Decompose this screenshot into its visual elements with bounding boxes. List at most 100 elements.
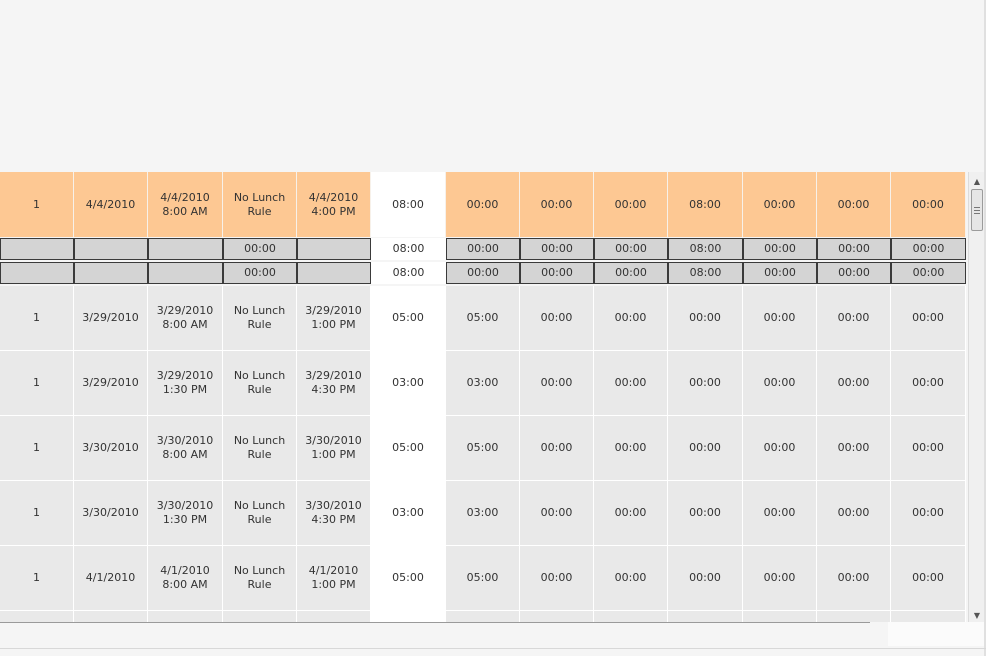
grid-cell[interactable]: 00:00 [594,286,668,351]
grid-cell[interactable]: 3/30/2010 1:00 PM [297,416,371,481]
grid-cell[interactable]: 00:00 [891,546,966,611]
grid-cell[interactable]: 4/4/2010 4:00 PM [297,172,371,237]
grid-cell[interactable]: 05:00 [446,546,520,611]
grid-cell[interactable]: 00:00 [520,351,594,416]
grid-cell[interactable]: 00:00 [743,416,817,481]
grid-cell[interactable]: 00:00 [668,416,743,481]
grid-cell[interactable]: 00:00 [520,481,594,546]
grid-cell[interactable]: 00:00 [446,172,520,237]
grid-cell[interactable]: 00:00 [891,286,966,351]
grid-cell[interactable]: 00:00 [594,416,668,481]
grid-cell[interactable]: 1 [0,416,74,481]
grid-cell[interactable] [0,611,74,622]
grid-cell[interactable]: 00:00 [520,546,594,611]
table-row-partial[interactable] [0,611,968,622]
grid-cell[interactable]: 05:00 [371,546,446,611]
grid-cell[interactable]: 3/29/2010 4:30 PM [297,351,371,416]
grid-cell[interactable]: 3/29/2010 [74,286,148,351]
grid-cell[interactable]: 3/30/2010 4:30 PM [297,481,371,546]
grid-cell[interactable]: 00:00 [891,481,966,546]
grid-cell[interactable]: 05:00 [446,416,520,481]
grid-cell[interactable]: No Lunch Rule [223,286,297,351]
grid-cell[interactable]: 00:00 [594,351,668,416]
grid-cell[interactable]: No Lunch Rule [223,481,297,546]
grid-cell[interactable]: 03:00 [446,351,520,416]
grid-cell[interactable] [297,611,371,622]
grid-cell[interactable] [223,611,297,622]
grid-cell[interactable]: 4/1/2010 1:00 PM [297,546,371,611]
grid-cell[interactable]: 3/29/2010 [74,351,148,416]
grid-cell[interactable]: 00:00 [594,172,668,237]
table-row[interactable]: 1 3/30/2010 3/30/2010 8:00 AM No Lunch R… [0,416,968,481]
grid-cell[interactable]: 00:00 [520,416,594,481]
grid-cell[interactable]: 00:00 [817,286,891,351]
grid-cell[interactable]: 1 [0,286,74,351]
grid-cell[interactable]: No Lunch Rule [223,172,297,237]
grid-cell[interactable] [668,611,743,622]
grid-cell[interactable]: 08:00 [371,172,446,237]
grid-cell[interactable]: 00:00 [817,481,891,546]
grid-cell[interactable] [594,611,668,622]
grid-cell[interactable]: 00:00 [520,172,594,237]
grid-cell[interactable]: 00:00 [743,172,817,237]
grid-cell[interactable] [743,611,817,622]
grid-cell[interactable]: 4/4/2010 8:00 AM [148,172,223,237]
grid-cell[interactable]: 00:00 [594,546,668,611]
grid-cell[interactable]: 1 [0,351,74,416]
grid-cell[interactable]: No Lunch Rule [223,546,297,611]
grid-cell[interactable]: 4/1/2010 [74,546,148,611]
grid-cell[interactable]: 3/30/2010 [74,416,148,481]
grid-cell[interactable]: 00:00 [743,481,817,546]
grid-cell[interactable]: 4/1/2010 8:00 AM [148,546,223,611]
grid-cell[interactable]: 3/30/2010 1:30 PM [148,481,223,546]
grid-cell[interactable]: 03:00 [371,351,446,416]
grid-cell[interactable]: No Lunch Rule [223,351,297,416]
grid-cell[interactable] [148,611,223,622]
grid-cell[interactable] [520,611,594,622]
grid-cell[interactable] [74,611,148,622]
grid-cell[interactable]: 08:00 [668,172,743,237]
grid-cell[interactable]: 03:00 [446,481,520,546]
grid-cell[interactable]: 05:00 [371,286,446,351]
grid-cell[interactable]: 00:00 [817,351,891,416]
grid-cell[interactable]: No Lunch Rule [223,416,297,481]
grid-cell[interactable]: 00:00 [743,351,817,416]
grid-cell[interactable]: 3/29/2010 8:00 AM [148,286,223,351]
grid-cell[interactable]: 00:00 [891,351,966,416]
table-row[interactable]: 1 3/29/2010 3/29/2010 8:00 AM No Lunch R… [0,286,968,351]
grid-cell[interactable]: 00:00 [817,172,891,237]
grid-cell[interactable]: 00:00 [668,481,743,546]
grid-cell[interactable]: 00:00 [891,416,966,481]
grid-cell[interactable]: 00:00 [668,351,743,416]
grid-cell[interactable] [371,611,446,622]
vertical-scrollbar[interactable]: ▲ ▼ [968,172,984,622]
grid-cell[interactable]: 00:00 [668,546,743,611]
grid-cell[interactable]: 00:00 [817,416,891,481]
scroll-down-arrow-icon[interactable]: ▼ [969,608,985,622]
grid-cell[interactable]: 3/29/2010 1:00 PM [297,286,371,351]
grid-cell[interactable]: 3/30/2010 8:00 AM [148,416,223,481]
grid-cell[interactable] [446,611,520,622]
grid-cell[interactable]: 00:00 [520,286,594,351]
table-row[interactable]: 1 4/1/2010 4/1/2010 8:00 AM No Lunch Rul… [0,546,968,611]
grid-cell[interactable]: 1 [0,546,74,611]
grid-cell[interactable]: 3/30/2010 [74,481,148,546]
table-row[interactable]: 1 3/30/2010 3/30/2010 1:30 PM No Lunch R… [0,481,968,546]
scrollbar-thumb[interactable] [971,189,983,231]
grid-cell[interactable] [891,611,966,622]
grid-cell[interactable] [817,611,891,622]
grid-cell[interactable]: 00:00 [891,172,966,237]
grid-cell[interactable]: 1 [0,172,74,237]
grid-cell[interactable]: 03:00 [371,481,446,546]
grid-cell[interactable]: 05:00 [446,286,520,351]
grid-cell[interactable]: 00:00 [743,546,817,611]
grid-cell[interactable]: 00:00 [668,286,743,351]
grid-cell[interactable]: 4/4/2010 [74,172,148,237]
table-row[interactable]: 1 3/29/2010 3/29/2010 1:30 PM No Lunch R… [0,351,968,416]
scroll-up-arrow-icon[interactable]: ▲ [969,174,985,188]
grid-cell[interactable]: 1 [0,481,74,546]
grid-cell[interactable]: 00:00 [743,286,817,351]
grid-cell[interactable]: 05:00 [371,416,446,481]
grid-cell[interactable]: 00:00 [817,546,891,611]
grid-cell[interactable]: 3/29/2010 1:30 PM [148,351,223,416]
